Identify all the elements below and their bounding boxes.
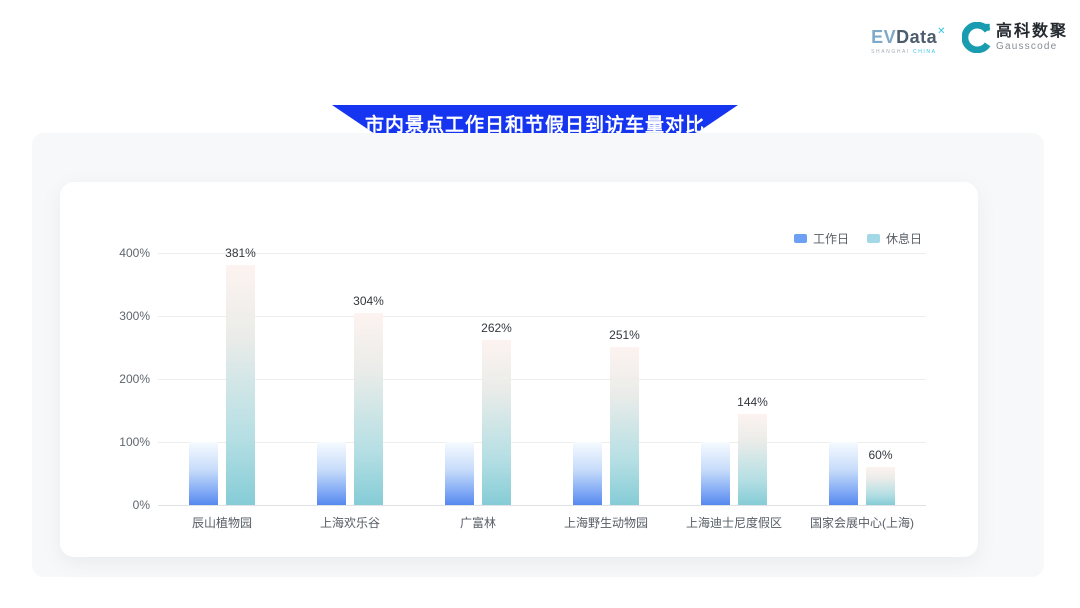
bar-workday xyxy=(317,442,346,505)
evdata-subtitle: SHANGHAI CHINA xyxy=(871,49,936,55)
bar-group: 304%上海欢乐谷 xyxy=(286,253,414,505)
gausscode-icon xyxy=(962,22,991,53)
evdata-china-text: CHINA xyxy=(913,49,937,55)
bar-slot-workday xyxy=(317,253,346,505)
bar-group: 381%辰山植物园 xyxy=(158,253,286,505)
x-axis-label: 上海迪士尼度假区 xyxy=(686,514,782,531)
bar-weekend xyxy=(354,313,383,505)
bar-weekend xyxy=(482,340,511,505)
x-axis-label: 上海欢乐谷 xyxy=(320,514,380,531)
legend-swatch-workday-icon xyxy=(794,234,807,243)
x-axis-label: 辰山植物园 xyxy=(192,514,252,531)
bar-slot-workday xyxy=(573,253,602,505)
bar-weekend xyxy=(610,347,639,505)
x-axis-line xyxy=(158,505,926,506)
bar-groups: 381%辰山植物园304%上海欢乐谷262%广富林251%上海野生动物园144%… xyxy=(158,253,926,505)
legend-item-weekend[interactable]: 休息日 xyxy=(867,230,922,247)
bar-pair: 60% xyxy=(798,253,926,505)
evdata-data-text: Data xyxy=(896,27,937,47)
x-axis-label: 国家会展中心(上海) xyxy=(810,514,914,531)
bar-slot-workday xyxy=(445,253,474,505)
content-panel: 工作日 休息日 400% 300% 200% 100% 0% xyxy=(32,133,1044,577)
bar-slot-weekend: 251% xyxy=(610,253,639,505)
bar-slot-weekend: 60% xyxy=(866,253,895,505)
x-axis-label: 上海野生动物园 xyxy=(564,514,648,531)
bar-workday xyxy=(573,442,602,505)
bar-value-label: 251% xyxy=(609,328,640,342)
bar-pair: 262% xyxy=(414,253,542,505)
bar-value-label: 144% xyxy=(737,395,768,409)
bar-group: 144%上海迪士尼度假区 xyxy=(670,253,798,505)
bar-pair: 251% xyxy=(542,253,670,505)
y-tick-300: 300% xyxy=(119,309,150,323)
legend-item-workday[interactable]: 工作日 xyxy=(794,230,849,247)
evdata-wordmark: EVData✕ xyxy=(871,27,946,46)
plot-area: 381%辰山植物园304%上海欢乐谷262%广富林251%上海野生动物园144%… xyxy=(158,253,926,505)
bar-weekend xyxy=(866,467,895,505)
bar-value-label: 262% xyxy=(481,321,512,335)
evdata-ev-text: EV xyxy=(871,27,896,47)
bar-group: 262%广富林 xyxy=(414,253,542,505)
y-axis: 400% 300% 200% 100% 0% xyxy=(80,253,150,505)
bar-slot-weekend: 144% xyxy=(738,253,767,505)
bar-group: 251%上海野生动物园 xyxy=(542,253,670,505)
chart-card: 工作日 休息日 400% 300% 200% 100% 0% xyxy=(60,182,978,557)
bar-value-label: 304% xyxy=(353,294,384,308)
bar-workday xyxy=(701,442,730,505)
gausscode-logo: 高科数聚 Gausscode xyxy=(962,22,1068,53)
bar-pair: 381% xyxy=(158,253,286,505)
gausscode-cn-name: 高科数聚 xyxy=(996,23,1068,41)
chart-legend: 工作日 休息日 xyxy=(794,230,922,247)
bar-slot-workday xyxy=(829,253,858,505)
header-logos: EVData✕ SHANGHAI CHINA 高科数聚 Gausscode xyxy=(871,22,1068,55)
gausscode-en-name: Gausscode xyxy=(996,41,1068,52)
bar-slot-workday xyxy=(701,253,730,505)
bar-pair: 144% xyxy=(670,253,798,505)
legend-label-workday: 工作日 xyxy=(813,230,849,247)
page: EVData✕ SHANGHAI CHINA 高科数聚 Gausscode 市内… xyxy=(0,0,1080,608)
y-tick-400: 400% xyxy=(119,246,150,260)
bar-workday xyxy=(829,442,858,505)
bar-weekend xyxy=(226,265,255,505)
bar-pair: 304% xyxy=(286,253,414,505)
evdata-x-icon: ✕ xyxy=(937,26,946,37)
bar-workday xyxy=(445,442,474,505)
bar-slot-weekend: 304% xyxy=(354,253,383,505)
bar-slot-workday xyxy=(189,253,218,505)
bar-slot-weekend: 262% xyxy=(482,253,511,505)
bar-value-label: 381% xyxy=(225,246,256,260)
bar-group: 60%国家会展中心(上海) xyxy=(798,253,926,505)
evdata-shanghai-text: SHANGHAI xyxy=(871,49,910,55)
y-tick-100: 100% xyxy=(119,435,150,449)
y-tick-200: 200% xyxy=(119,372,150,386)
legend-swatch-weekend-icon xyxy=(867,234,880,243)
bar-weekend xyxy=(738,414,767,505)
evdata-logo: EVData✕ SHANGHAI CHINA xyxy=(871,22,946,55)
y-tick-0: 0% xyxy=(133,498,150,512)
bar-slot-weekend: 381% xyxy=(226,253,255,505)
bar-value-label: 60% xyxy=(868,448,892,462)
x-axis-label: 广富林 xyxy=(460,514,496,531)
gausscode-text: 高科数聚 Gausscode xyxy=(996,23,1068,52)
bar-workday xyxy=(189,442,218,505)
legend-label-weekend: 休息日 xyxy=(886,230,922,247)
